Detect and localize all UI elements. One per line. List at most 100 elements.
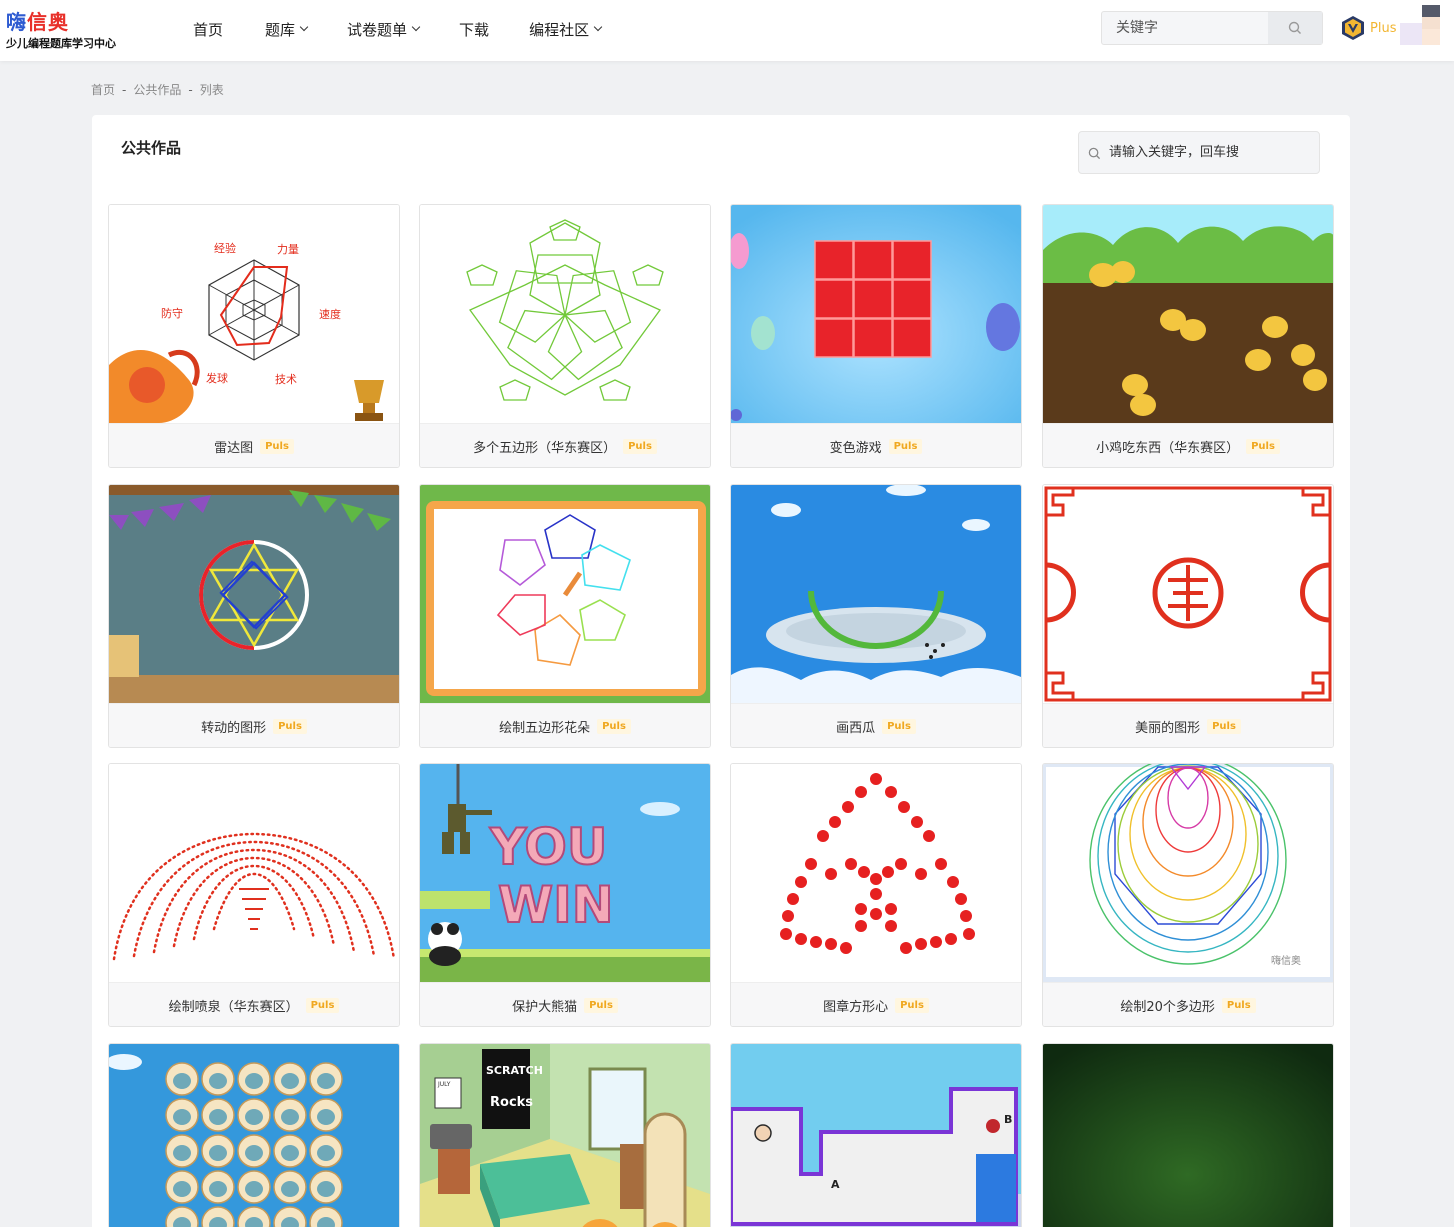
radar-label: 防守 xyxy=(161,306,183,320)
work-thumbnail xyxy=(731,764,1021,982)
work-card[interactable]: 绘制喷泉（华东赛区） Puls xyxy=(108,763,400,1027)
work-title-bar: 绘制喷泉（华东赛区） Puls xyxy=(109,982,399,1026)
work-title: 变色游戏 xyxy=(829,440,882,456)
avatar[interactable] xyxy=(1400,5,1442,45)
work-card[interactable]: 嗨信奥 绘制20个多边形 Puls xyxy=(1042,763,1334,1027)
nav-question-bank[interactable]: 题库 xyxy=(265,18,309,40)
breadcrumb: 首页 - 公共作品 - 列表 xyxy=(91,81,224,98)
plus-badge: Puls xyxy=(623,438,657,454)
work-thumbnail xyxy=(1043,1044,1333,1227)
works-search xyxy=(1078,131,1320,174)
work-title: 绘制20个多边形 xyxy=(1120,999,1215,1015)
plus-badge: Puls xyxy=(1221,997,1256,1013)
nav-papers[interactable]: 试卷题单 xyxy=(347,18,421,40)
work-card[interactable]: 小鸡吃东西（华东赛区） Puls xyxy=(1042,204,1334,468)
site-logo[interactable]: 嗨信奥 少儿编程题库学习中心 xyxy=(6,6,126,50)
logo-subtitle: 少儿编程题库学习中心 xyxy=(6,37,116,50)
work-title-bar: 转动的图形 Puls xyxy=(109,703,399,747)
radar-label: 速度 xyxy=(319,307,341,321)
work-thumbnail xyxy=(420,485,710,703)
page-title: 公共作品 xyxy=(121,139,182,157)
work-thumbnail: 经验 力量 速度 技术 发球 防守 xyxy=(109,205,399,423)
work-card[interactable]: 多个五边形（华东赛区） Puls xyxy=(419,204,711,468)
plus-membership[interactable]: Plus xyxy=(1340,13,1396,43)
work-thumbnail xyxy=(109,1044,399,1227)
works-search-input[interactable] xyxy=(1109,132,1249,173)
work-thumbnail xyxy=(1043,205,1333,423)
nav-download[interactable]: 下载 xyxy=(459,18,489,40)
header-search-input[interactable] xyxy=(1102,12,1268,44)
work-card[interactable]: A B xyxy=(730,1043,1022,1227)
work-card[interactable]: YOU WIN 保护大熊猫 Puls xyxy=(419,763,711,1027)
plus-badge: Puls xyxy=(273,718,307,734)
point-a-label: A xyxy=(831,1178,840,1191)
work-thumbnail xyxy=(109,764,399,982)
radar-label: 力量 xyxy=(277,243,299,256)
work-card[interactable]: 变色游戏 Puls xyxy=(730,204,1022,468)
breadcrumb-list: 列表 xyxy=(199,83,224,97)
chevron-down-icon xyxy=(299,22,309,32)
work-card[interactable] xyxy=(1042,1043,1334,1227)
radar-label: 经验 xyxy=(214,241,236,255)
work-title-bar: 图章方形心 Puls xyxy=(731,982,1021,1026)
work-card[interactable]: 经验 力量 速度 技术 发球 防守 雷达图 Puls xyxy=(108,204,400,468)
nav-community[interactable]: 编程社区 xyxy=(529,18,603,40)
plus-badge: Puls xyxy=(1207,718,1241,734)
plus-label: Plus xyxy=(1370,20,1397,36)
work-thumbnail: A B xyxy=(731,1044,1021,1227)
radar-label: 技术 xyxy=(275,373,297,386)
poster-subtitle: Rocks xyxy=(490,1095,533,1110)
work-title: 绘制喷泉（华东赛区） xyxy=(168,999,299,1015)
header-search-button[interactable] xyxy=(1268,12,1322,44)
nav-home[interactable]: 首页 xyxy=(193,18,223,40)
work-thumbnail: YOU WIN xyxy=(420,764,710,982)
work-title-bar: 美丽的图形 Puls xyxy=(1043,703,1333,747)
work-thumbnail xyxy=(1043,485,1333,703)
you-text: YOU xyxy=(489,818,608,876)
breadcrumb-public-works[interactable]: 公共作品 xyxy=(133,81,181,98)
plus-badge: Puls xyxy=(895,997,929,1013)
plus-badge: Puls xyxy=(584,997,618,1013)
work-title: 雷达图 xyxy=(214,440,254,456)
search-icon xyxy=(1088,147,1101,160)
plus-badge: Puls xyxy=(1246,438,1280,454)
chevron-down-icon xyxy=(411,22,421,32)
plus-badge: Puls xyxy=(260,438,294,454)
work-title: 图章方形心 xyxy=(823,999,889,1015)
work-card[interactable] xyxy=(108,1043,400,1227)
point-b-label: B xyxy=(1004,1113,1012,1126)
work-title: 美丽的图形 xyxy=(1135,720,1201,736)
plus-badge: Puls xyxy=(882,718,916,734)
search-icon xyxy=(1288,21,1301,34)
main-nav: 首页 题库 试卷题单 下载 编程社区 xyxy=(193,18,641,40)
work-card[interactable]: 绘制五边形花朵 Puls xyxy=(419,484,711,748)
work-thumbnail xyxy=(731,485,1021,703)
work-card[interactable]: SCRATCH Rocks JULY xyxy=(419,1043,711,1227)
plus-badge-icon xyxy=(1342,16,1364,40)
works-panel: 公共作品 经验 力量 速度 技术 发球 防守 xyxy=(92,115,1350,1227)
work-title: 转动的图形 xyxy=(201,720,267,736)
watermark: 嗨信奥 xyxy=(1271,954,1301,967)
work-thumbnail xyxy=(731,205,1021,423)
work-card[interactable]: 美丽的图形 Puls xyxy=(1042,484,1334,748)
work-title-bar: 绘制五边形花朵 Puls xyxy=(420,703,710,747)
poster-title: SCRATCH xyxy=(486,1064,543,1077)
breadcrumb-home[interactable]: 首页 xyxy=(91,81,115,98)
chevron-down-icon xyxy=(593,22,603,32)
work-title: 画西瓜 xyxy=(836,720,876,736)
work-title: 小鸡吃东西（华东赛区） xyxy=(1096,440,1240,456)
work-title-bar: 变色游戏 Puls xyxy=(731,423,1021,467)
radar-label: 发球 xyxy=(206,371,228,385)
work-title-bar: 多个五边形（华东赛区） Puls xyxy=(420,423,710,467)
work-title-bar: 雷达图 Puls xyxy=(109,423,399,467)
logo-title: 嗨信奥 xyxy=(6,10,69,34)
work-thumbnail xyxy=(109,485,399,703)
work-card[interactable]: 转动的图形 Puls xyxy=(108,484,400,748)
calendar-month: JULY xyxy=(437,1081,451,1088)
work-thumbnail: 嗨信奥 xyxy=(1043,764,1333,982)
plus-badge: Puls xyxy=(597,718,631,734)
work-card[interactable]: 图章方形心 Puls xyxy=(730,763,1022,1027)
work-title-bar: 绘制20个多边形 Puls xyxy=(1043,982,1333,1026)
work-title: 多个五边形（华东赛区） xyxy=(473,440,617,456)
work-card[interactable]: 画西瓜 Puls xyxy=(730,484,1022,748)
